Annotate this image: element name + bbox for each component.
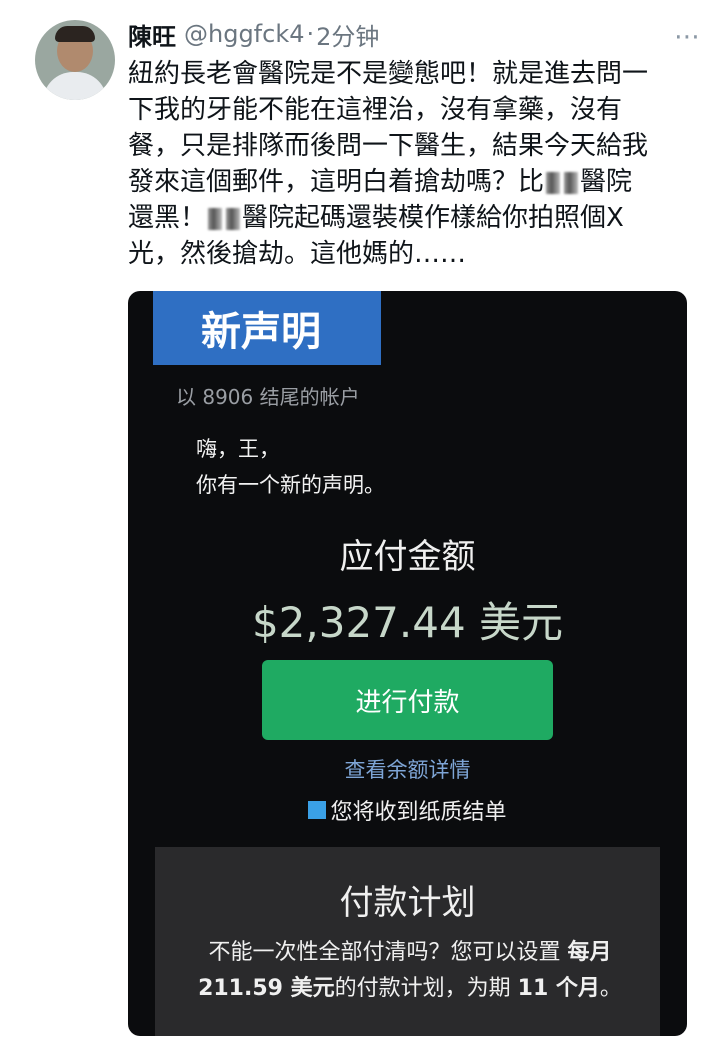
redaction-blur: [564, 171, 579, 194]
author-name[interactable]: 陳旺: [128, 17, 176, 52]
plan-text: 不能一次性全部付清吗？您可以设置: [208, 940, 561, 965]
plan-duration: 11 个月: [517, 976, 600, 1001]
post-time[interactable]: 2分钟: [316, 17, 379, 52]
tweet-line: 下我的牙能不能在這裡治，沒有拿藥，沒有: [128, 95, 623, 125]
plan-text: 。: [599, 976, 622, 1001]
account-label: 以 8906 结尾的帐户: [176, 385, 360, 409]
tweet-line: 還黑！: [128, 203, 207, 233]
tweet-header: 陳旺 @hggfck4 · 2分钟: [128, 16, 379, 52]
greeting-block: 嗨，王， 你有一个新的声明。: [196, 431, 385, 503]
redaction-blur: [226, 207, 241, 230]
checkbox-icon[interactable]: [308, 801, 327, 819]
header-separator: ·: [306, 20, 315, 48]
tweet-line: 醫院: [580, 167, 633, 197]
paper-statement-option[interactable]: 您将收到纸质结单: [128, 794, 687, 826]
payment-plan-title: 付款计划: [339, 883, 476, 923]
amount-due-label: 应付金额: [339, 537, 476, 577]
redaction-blur: [546, 171, 561, 194]
tweet-line: 發來這個郵件，這明白着搶劫嗎？比: [128, 167, 545, 197]
tweet-line: 餐，只是排隊而後問一下醫生，結果今天給我: [128, 131, 649, 161]
statement-banner: 新声明: [153, 291, 381, 365]
tweet-line: 醫院起碼還裝模作樣給你拍照個X: [242, 203, 624, 233]
new-statement-message: 你有一个新的声明。: [196, 473, 385, 497]
redaction-blur: [208, 207, 223, 230]
plan-text: 的付款计划，为期: [334, 976, 511, 1001]
payment-plan-description: 不能一次性全部付清吗？您可以设置 每月 211.59 美元的付款计划，为期 11…: [195, 935, 625, 1007]
more-icon[interactable]: ⋯: [674, 22, 702, 52]
amount-due-value: $2,327.44 美元: [251, 598, 564, 647]
payment-plan-card: 付款计划 不能一次性全部付清吗？您可以设置 每月 211.59 美元的付款计划，…: [155, 847, 660, 1036]
author-handle[interactable]: @hggfck4: [184, 20, 305, 48]
tweet-text: 紐約長老會醫院是不是變態吧！就是進去問一 下我的牙能不能在這裡治，沒有拿藥，沒有…: [128, 56, 703, 272]
avatar-body-shape: [43, 72, 107, 100]
attached-screenshot[interactable]: 新声明 以 8906 结尾的帐户 嗨，王， 你有一个新的声明。 应付金额 $2,…: [128, 291, 687, 1036]
tweet-line: 紐約長老會醫院是不是變態吧！就是進去問一: [128, 59, 649, 89]
tweet-line: 光，然後搶劫。這他媽的……: [128, 239, 467, 269]
make-payment-button[interactable]: 进行付款: [262, 660, 553, 740]
tweet-post: 陳旺 @hggfck4 · 2分钟 ⋯ 紐約長老會醫院是不是變態吧！就是進去問一…: [0, 0, 720, 1046]
paper-statement-label: 您将收到纸质结单: [330, 800, 507, 825]
avatar[interactable]: [35, 20, 115, 100]
greeting: 嗨，王，: [196, 437, 280, 461]
avatar-hair-shape: [55, 26, 95, 42]
view-balance-link[interactable]: 查看余额详情: [128, 754, 687, 784]
